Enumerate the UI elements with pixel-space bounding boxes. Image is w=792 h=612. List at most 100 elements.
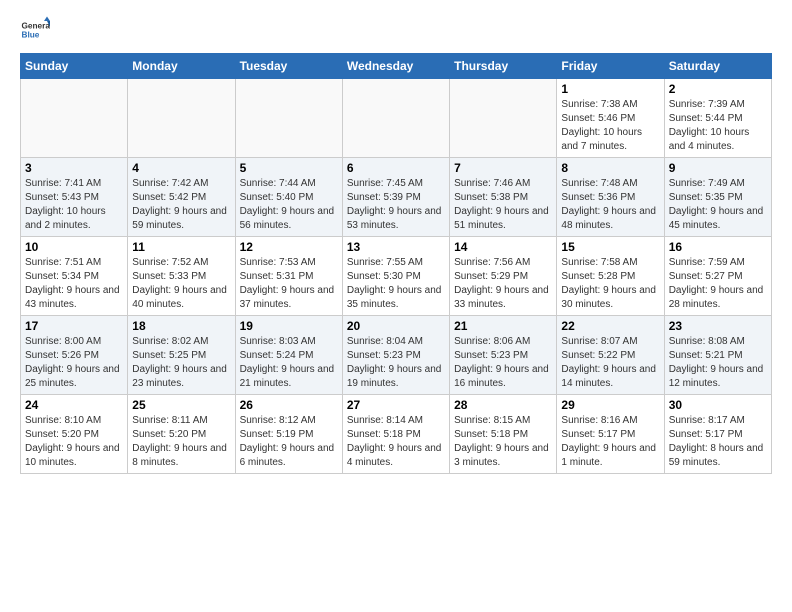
calendar-cell: 18 Sunrise: 8:02 AM Sunset: 5:25 PM Dayli… <box>128 316 235 395</box>
day-info: Sunrise: 8:07 AM Sunset: 5:22 PM Dayligh… <box>561 335 659 391</box>
svg-text:General: General <box>22 22 51 31</box>
day-info: Sunrise: 7:51 AM Sunset: 5:34 PM Dayligh… <box>25 256 123 312</box>
weekday-header: Sunday <box>21 54 128 79</box>
weekday-header: Thursday <box>450 54 557 79</box>
day-number: 29 <box>561 398 659 412</box>
day-number: 6 <box>347 161 445 175</box>
day-info: Sunrise: 7:59 AM Sunset: 5:27 PM Dayligh… <box>669 256 767 312</box>
calendar-cell: 22Sunrise: 8:07 AM Sunset: 5:22 PM Dayli… <box>557 316 664 395</box>
calendar-cell <box>342 79 449 158</box>
calendar-cell: 27 Sunrise: 8:14 AM Sunset: 5:18 PM Dayli… <box>342 395 449 474</box>
day-info: Sunrise: 8:10 AM Sunset: 5:20 PM Dayligh… <box>25 414 123 470</box>
day-number: 26 <box>240 398 338 412</box>
day-info: Sunrise: 8:00 AM Sunset: 5:26 PM Dayligh… <box>25 335 123 391</box>
day-info: Sunrise: 8:08 AM Sunset: 5:21 PM Dayligh… <box>669 335 767 391</box>
calendar-cell: 29 Sunrise: 8:16 AM Sunset: 5:17 PM Dayli… <box>557 395 664 474</box>
calendar-cell: 12 Sunrise: 7:53 AM Sunset: 5:31 PM Dayli… <box>235 237 342 316</box>
day-number: 4 <box>132 161 230 175</box>
calendar-week-row: 10 Sunrise: 7:51 AM Sunset: 5:34 PM Dayli… <box>21 237 772 316</box>
calendar-cell <box>235 79 342 158</box>
logo-icon: General Blue <box>20 15 50 45</box>
day-info: Sunrise: 7:45 AM Sunset: 5:39 PM Dayligh… <box>347 177 445 233</box>
day-info: Sunrise: 8:06 AM Sunset: 5:23 PM Dayligh… <box>454 335 552 391</box>
calendar-cell <box>128 79 235 158</box>
calendar-cell: 16Sunrise: 7:59 AM Sunset: 5:27 PM Dayli… <box>664 237 771 316</box>
calendar-cell: 4 Sunrise: 7:42 AM Sunset: 5:42 PM Daylig… <box>128 158 235 237</box>
day-number: 7 <box>454 161 552 175</box>
day-number: 30 <box>669 398 767 412</box>
calendar-cell: 14 Sunrise: 7:56 AM Sunset: 5:29 PM Dayli… <box>450 237 557 316</box>
calendar-cell: 7 Sunrise: 7:46 AM Sunset: 5:38 PM Daylig… <box>450 158 557 237</box>
day-info: Sunrise: 7:42 AM Sunset: 5:42 PM Dayligh… <box>132 177 230 233</box>
day-number: 15 <box>561 240 659 254</box>
calendar-cell: 9Sunrise: 7:49 AM Sunset: 5:35 PM Daylig… <box>664 158 771 237</box>
calendar-cell: 5 Sunrise: 7:44 AM Sunset: 5:40 PM Daylig… <box>235 158 342 237</box>
calendar-cell: 11 Sunrise: 7:52 AM Sunset: 5:33 PM Dayli… <box>128 237 235 316</box>
day-number: 28 <box>454 398 552 412</box>
day-info: Sunrise: 7:56 AM Sunset: 5:29 PM Dayligh… <box>454 256 552 312</box>
day-info: Sunrise: 8:12 AM Sunset: 5:19 PM Dayligh… <box>240 414 338 470</box>
calendar: SundayMondayTuesdayWednesdayThursdayFrid… <box>20 53 772 474</box>
day-info: Sunrise: 8:16 AM Sunset: 5:17 PM Dayligh… <box>561 414 659 470</box>
day-info: Sunrise: 7:44 AM Sunset: 5:40 PM Dayligh… <box>240 177 338 233</box>
day-number: 3 <box>25 161 123 175</box>
calendar-cell: 30 Sunrise: 8:17 AM Sunset: 5:17 PM Dayli… <box>664 395 771 474</box>
calendar-cell: 15 Sunrise: 7:58 AM Sunset: 5:28 PM Dayli… <box>557 237 664 316</box>
day-info: Sunrise: 7:52 AM Sunset: 5:33 PM Dayligh… <box>132 256 230 312</box>
weekday-header: Saturday <box>664 54 771 79</box>
calendar-header-row: SundayMondayTuesdayWednesdayThursdayFrid… <box>21 54 772 79</box>
day-number: 23 <box>669 319 767 333</box>
calendar-cell: 10 Sunrise: 7:51 AM Sunset: 5:34 PM Dayli… <box>21 237 128 316</box>
day-info: Sunrise: 7:46 AM Sunset: 5:38 PM Dayligh… <box>454 177 552 233</box>
weekday-header: Wednesday <box>342 54 449 79</box>
day-info: Sunrise: 8:11 AM Sunset: 5:20 PM Dayligh… <box>132 414 230 470</box>
day-number: 18 <box>132 319 230 333</box>
day-number: 5 <box>240 161 338 175</box>
day-number: 19 <box>240 319 338 333</box>
day-info: Sunrise: 8:17 AM Sunset: 5:17 PM Dayligh… <box>669 414 767 470</box>
day-info: Sunrise: 7:39 AM Sunset: 5:44 PM Dayligh… <box>669 98 767 154</box>
calendar-cell: 2 Sunrise: 7:39 AM Sunset: 5:44 PM Daylig… <box>664 79 771 158</box>
day-info: Sunrise: 8:03 AM Sunset: 5:24 PM Dayligh… <box>240 335 338 391</box>
day-number: 11 <box>132 240 230 254</box>
weekday-header: Tuesday <box>235 54 342 79</box>
day-info: Sunrise: 7:53 AM Sunset: 5:31 PM Dayligh… <box>240 256 338 312</box>
calendar-cell: 20Sunrise: 8:04 AM Sunset: 5:23 PM Dayli… <box>342 316 449 395</box>
day-number: 9 <box>669 161 767 175</box>
day-number: 13 <box>347 240 445 254</box>
day-info: Sunrise: 7:41 AM Sunset: 5:43 PM Dayligh… <box>25 177 123 233</box>
calendar-cell: 3 Sunrise: 7:41 AM Sunset: 5:43 PM Daylig… <box>21 158 128 237</box>
calendar-week-row: 1 Sunrise: 7:38 AM Sunset: 5:46 PM Daylig… <box>21 79 772 158</box>
day-number: 24 <box>25 398 123 412</box>
day-info: Sunrise: 7:48 AM Sunset: 5:36 PM Dayligh… <box>561 177 659 233</box>
calendar-cell: 25Sunrise: 8:11 AM Sunset: 5:20 PM Dayli… <box>128 395 235 474</box>
day-number: 12 <box>240 240 338 254</box>
calendar-cell: 8 Sunrise: 7:48 AM Sunset: 5:36 PM Daylig… <box>557 158 664 237</box>
day-number: 20 <box>347 319 445 333</box>
day-number: 8 <box>561 161 659 175</box>
day-number: 27 <box>347 398 445 412</box>
weekday-header: Monday <box>128 54 235 79</box>
day-number: 2 <box>669 82 767 96</box>
day-info: Sunrise: 7:38 AM Sunset: 5:46 PM Dayligh… <box>561 98 659 154</box>
svg-text:Blue: Blue <box>22 31 40 40</box>
day-number: 14 <box>454 240 552 254</box>
calendar-cell <box>21 79 128 158</box>
day-number: 17 <box>25 319 123 333</box>
calendar-cell: 26 Sunrise: 8:12 AM Sunset: 5:19 PM Dayli… <box>235 395 342 474</box>
day-number: 10 <box>25 240 123 254</box>
day-number: 1 <box>561 82 659 96</box>
weekday-header: Friday <box>557 54 664 79</box>
day-info: Sunrise: 7:58 AM Sunset: 5:28 PM Dayligh… <box>561 256 659 312</box>
day-info: Sunrise: 8:15 AM Sunset: 5:18 PM Dayligh… <box>454 414 552 470</box>
calendar-cell: 6 Sunrise: 7:45 AM Sunset: 5:39 PM Daylig… <box>342 158 449 237</box>
calendar-cell <box>450 79 557 158</box>
day-info: Sunrise: 7:55 AM Sunset: 5:30 PM Dayligh… <box>347 256 445 312</box>
day-info: Sunrise: 8:02 AM Sunset: 5:25 PM Dayligh… <box>132 335 230 391</box>
calendar-week-row: 3 Sunrise: 7:41 AM Sunset: 5:43 PM Daylig… <box>21 158 772 237</box>
calendar-cell: 24 Sunrise: 8:10 AM Sunset: 5:20 PM Dayli… <box>21 395 128 474</box>
calendar-cell: 19 Sunrise: 8:03 AM Sunset: 5:24 PM Dayli… <box>235 316 342 395</box>
day-info: Sunrise: 8:14 AM Sunset: 5:18 PM Dayligh… <box>347 414 445 470</box>
calendar-cell: 13 Sunrise: 7:55 AM Sunset: 5:30 PM Dayli… <box>342 237 449 316</box>
calendar-cell: 23 Sunrise: 8:08 AM Sunset: 5:21 PM Dayli… <box>664 316 771 395</box>
